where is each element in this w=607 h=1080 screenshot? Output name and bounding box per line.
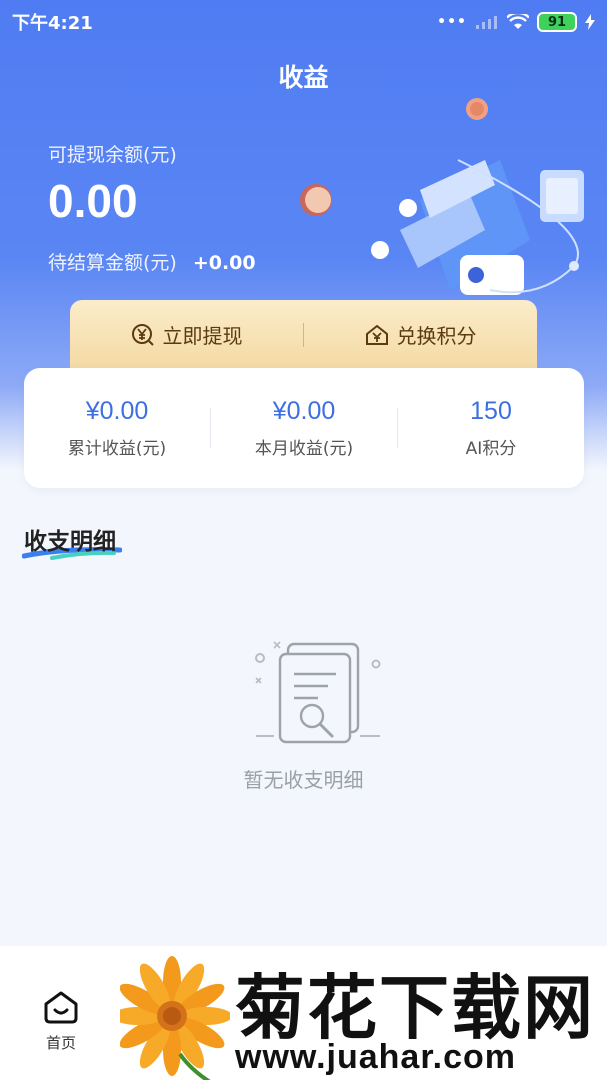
stats-card: ¥0.00 累计收益(元) ¥0.00 本月收益(元) 150 AI积分	[24, 368, 584, 488]
stat-label: AI积分	[465, 439, 517, 459]
wifi-icon	[507, 14, 529, 29]
battery-indicator: 91	[537, 12, 577, 32]
withdraw-label: 立即提现	[162, 324, 243, 348]
withdraw-yuan-icon	[131, 323, 154, 346]
empty-document-icon	[255, 641, 381, 744]
nav-home-label: 首页	[45, 1034, 76, 1052]
signal-icon	[476, 16, 497, 29]
pending-amount-value: +0.00	[192, 252, 256, 274]
status-time: 下午4:21	[12, 13, 93, 34]
exchange-label: 兑换积分	[396, 324, 477, 348]
stat-label: 累计收益(元)	[67, 439, 167, 459]
stat-value: ¥0.00	[85, 397, 149, 425]
home-icon	[44, 991, 78, 1024]
stat-value: 150	[470, 397, 512, 425]
pending-amount-row: 待结算金额(元) +0.00	[48, 248, 256, 275]
stat-month-earnings[interactable]: ¥0.00 本月收益(元)	[211, 397, 397, 459]
withdrawable-balance-label: 可提现余额(元)	[48, 144, 177, 166]
more-dots-icon: •••	[437, 14, 467, 30]
watermark: 菊花下载网 www.juahar.com	[120, 946, 607, 1080]
wallet-illustration	[300, 98, 584, 295]
watermark-url: www.juahar.com	[235, 1038, 517, 1076]
action-bar: 立即提现 兑换积分	[70, 300, 537, 372]
nav-home[interactable]: 首页	[30, 990, 92, 1053]
stat-total-earnings[interactable]: ¥0.00 累计收益(元)	[24, 397, 210, 459]
status-icons: ••• 91	[437, 12, 595, 32]
stat-value: ¥0.00	[272, 397, 336, 425]
withdraw-button[interactable]: 立即提现	[70, 320, 303, 349]
page-title: 收益	[278, 63, 329, 92]
exchange-points-button[interactable]: 兑换积分	[304, 320, 537, 349]
withdrawable-balance-value: 0.00	[48, 175, 138, 227]
exchange-house-icon	[365, 324, 388, 345]
pending-amount-label: 待结算金额(元)	[48, 252, 177, 274]
charging-icon	[585, 14, 595, 30]
battery-level: 91	[539, 14, 575, 30]
empty-state-text: 暂无收支明细	[243, 768, 364, 792]
status-bar: 下午4:21 ••• 91	[0, 0, 607, 44]
flower-logo	[120, 956, 230, 1080]
section-title: 收支明细	[24, 529, 116, 555]
stat-label: 本月收益(元)	[254, 439, 354, 459]
stat-ai-points[interactable]: 150 AI积分	[398, 397, 584, 459]
